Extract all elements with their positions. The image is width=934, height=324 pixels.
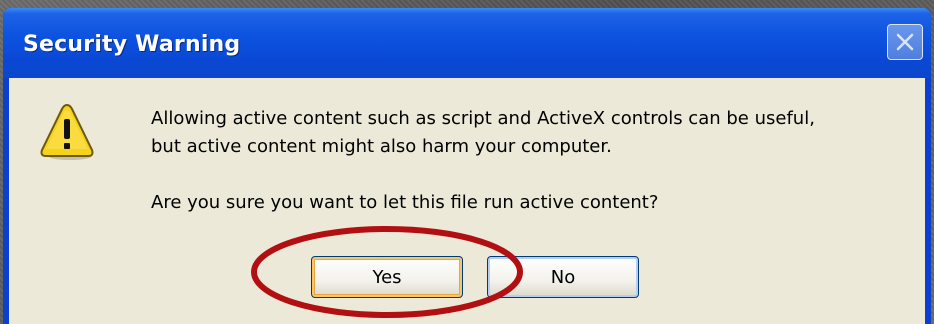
message-line-2: but active content might also harm your … [151,136,612,157]
warning-icon [40,103,94,160]
close-button[interactable] [887,24,923,60]
title-bar[interactable]: Security Warning [3,8,931,78]
dialog-title: Security Warning [23,32,241,57]
no-button-label: No [550,266,576,288]
confirmation-question: Are you sure you want to let this file r… [151,192,659,213]
message-line-1: Allowing active content such as script a… [151,108,815,129]
close-icon [896,33,914,51]
highlight-ellipse-annotation [251,226,523,318]
